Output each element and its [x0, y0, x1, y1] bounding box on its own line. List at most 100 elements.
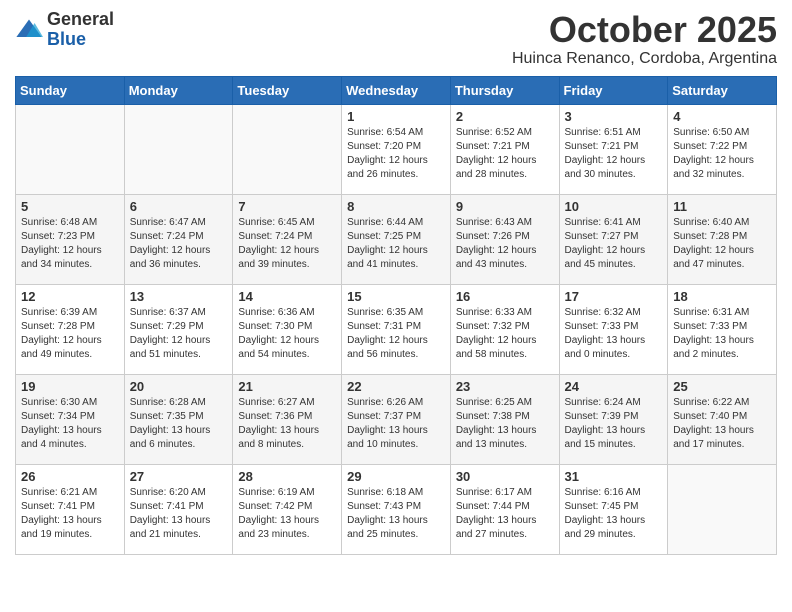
month-title: October 2025: [512, 10, 777, 50]
day-info: Sunrise: 6:32 AM Sunset: 7:33 PM Dayligh…: [565, 306, 663, 362]
day-info: Sunrise: 6:50 AM Sunset: 7:22 PM Dayligh…: [673, 126, 771, 182]
calendar-cell: [16, 104, 125, 194]
day-info: Sunrise: 6:48 AM Sunset: 7:23 PM Dayligh…: [21, 216, 119, 272]
day-info: Sunrise: 6:27 AM Sunset: 7:36 PM Dayligh…: [238, 396, 336, 452]
day-info: Sunrise: 6:16 AM Sunset: 7:45 PM Dayligh…: [565, 486, 663, 542]
day-info: Sunrise: 6:31 AM Sunset: 7:33 PM Dayligh…: [673, 306, 771, 362]
day-number: 11: [673, 199, 771, 214]
day-number: 30: [456, 469, 554, 484]
calendar-cell: 15 Sunrise: 6:35 AM Sunset: 7:31 PM Dayli…: [342, 284, 451, 374]
day-info: Sunrise: 6:22 AM Sunset: 7:40 PM Dayligh…: [673, 396, 771, 452]
calendar-cell: [233, 104, 342, 194]
day-number: 4: [673, 109, 771, 124]
day-number: 29: [347, 469, 445, 484]
day-number: 1: [347, 109, 445, 124]
day-info: Sunrise: 6:54 AM Sunset: 7:20 PM Dayligh…: [347, 126, 445, 182]
calendar-cell: 10Sunrise: 6:41 AM Sunset: 7:27 PM Dayli…: [559, 194, 668, 284]
day-number: 3: [565, 109, 663, 124]
day-number: 8: [347, 199, 445, 214]
day-number: 2: [456, 109, 554, 124]
weekday-header-row: SundayMondayTuesdayWednesdayThursdayFrid…: [16, 76, 777, 104]
calendar-cell: 24Sunrise: 6:24 AM Sunset: 7:39 PM Dayli…: [559, 374, 668, 464]
day-number: 21: [238, 379, 336, 394]
logo-blue: Blue: [47, 30, 114, 50]
day-info: Sunrise: 6:18 AM Sunset: 7:43 PM Dayligh…: [347, 486, 445, 542]
day-info: Sunrise: 6:21 AM Sunset: 7:41 PM Dayligh…: [21, 486, 119, 542]
logo-icon: [15, 16, 43, 44]
calendar-week-row: 5 Sunrise: 6:48 AM Sunset: 7:23 PM Daylig…: [16, 194, 777, 284]
calendar-cell: 16 Sunrise: 6:33 AM Sunset: 7:32 PM Dayli…: [450, 284, 559, 374]
calendar-cell: 8 Sunrise: 6:44 AM Sunset: 7:25 PM Daylig…: [342, 194, 451, 284]
weekday-header: Sunday: [16, 76, 125, 104]
day-number: 16: [456, 289, 554, 304]
day-number: 27: [130, 469, 228, 484]
day-info: Sunrise: 6:51 AM Sunset: 7:21 PM Dayligh…: [565, 126, 663, 182]
day-info: Sunrise: 6:17 AM Sunset: 7:44 PM Dayligh…: [456, 486, 554, 542]
day-info: Sunrise: 6:35 AM Sunset: 7:31 PM Dayligh…: [347, 306, 445, 362]
calendar-cell: 27 Sunrise: 6:20 AM Sunset: 7:41 PM Dayli…: [124, 464, 233, 554]
calendar-cell: 30 Sunrise: 6:17 AM Sunset: 7:44 PM Dayli…: [450, 464, 559, 554]
day-info: Sunrise: 6:25 AM Sunset: 7:38 PM Dayligh…: [456, 396, 554, 452]
day-info: Sunrise: 6:19 AM Sunset: 7:42 PM Dayligh…: [238, 486, 336, 542]
calendar-cell: 2 Sunrise: 6:52 AM Sunset: 7:21 PM Daylig…: [450, 104, 559, 194]
calendar-table: SundayMondayTuesdayWednesdayThursdayFrid…: [15, 76, 777, 555]
day-number: 28: [238, 469, 336, 484]
page-header: General Blue October 2025 Huinca Renanco…: [15, 10, 777, 68]
calendar-cell: 22Sunrise: 6:26 AM Sunset: 7:37 PM Dayli…: [342, 374, 451, 464]
day-info: Sunrise: 6:52 AM Sunset: 7:21 PM Dayligh…: [456, 126, 554, 182]
calendar-cell: 3 Sunrise: 6:51 AM Sunset: 7:21 PM Daylig…: [559, 104, 668, 194]
calendar-cell: 14 Sunrise: 6:36 AM Sunset: 7:30 PM Dayli…: [233, 284, 342, 374]
logo-text: General Blue: [47, 10, 114, 50]
day-info: Sunrise: 6:47 AM Sunset: 7:24 PM Dayligh…: [130, 216, 228, 272]
calendar-cell: 26 Sunrise: 6:21 AM Sunset: 7:41 PM Dayli…: [16, 464, 125, 554]
day-info: Sunrise: 6:44 AM Sunset: 7:25 PM Dayligh…: [347, 216, 445, 272]
day-info: Sunrise: 6:20 AM Sunset: 7:41 PM Dayligh…: [130, 486, 228, 542]
day-info: Sunrise: 6:43 AM Sunset: 7:26 PM Dayligh…: [456, 216, 554, 272]
day-number: 13: [130, 289, 228, 304]
day-info: Sunrise: 6:40 AM Sunset: 7:28 PM Dayligh…: [673, 216, 771, 272]
calendar-cell: 7 Sunrise: 6:45 AM Sunset: 7:24 PM Daylig…: [233, 194, 342, 284]
logo: General Blue: [15, 10, 114, 50]
day-info: Sunrise: 6:41 AM Sunset: 7:27 PM Dayligh…: [565, 216, 663, 272]
calendar-cell: 5 Sunrise: 6:48 AM Sunset: 7:23 PM Daylig…: [16, 194, 125, 284]
day-number: 22: [347, 379, 445, 394]
day-number: 6: [130, 199, 228, 214]
day-number: 18: [673, 289, 771, 304]
calendar-cell: 31 Sunrise: 6:16 AM Sunset: 7:45 PM Dayli…: [559, 464, 668, 554]
day-number: 31: [565, 469, 663, 484]
day-number: 25: [673, 379, 771, 394]
weekday-header: Tuesday: [233, 76, 342, 104]
calendar-week-row: 19Sunrise: 6:30 AM Sunset: 7:34 PM Dayli…: [16, 374, 777, 464]
calendar-week-row: 1 Sunrise: 6:54 AM Sunset: 7:20 PM Daylig…: [16, 104, 777, 194]
calendar-cell: 19Sunrise: 6:30 AM Sunset: 7:34 PM Dayli…: [16, 374, 125, 464]
calendar-cell: 28 Sunrise: 6:19 AM Sunset: 7:42 PM Dayli…: [233, 464, 342, 554]
day-number: 15: [347, 289, 445, 304]
calendar-cell: 6 Sunrise: 6:47 AM Sunset: 7:24 PM Daylig…: [124, 194, 233, 284]
day-number: 7: [238, 199, 336, 214]
day-number: 20: [130, 379, 228, 394]
day-info: Sunrise: 6:45 AM Sunset: 7:24 PM Dayligh…: [238, 216, 336, 272]
day-number: 5: [21, 199, 119, 214]
calendar-cell: 29 Sunrise: 6:18 AM Sunset: 7:43 PM Dayli…: [342, 464, 451, 554]
calendar-cell: [124, 104, 233, 194]
calendar-cell: 20Sunrise: 6:28 AM Sunset: 7:35 PM Dayli…: [124, 374, 233, 464]
calendar-week-row: 12Sunrise: 6:39 AM Sunset: 7:28 PM Dayli…: [16, 284, 777, 374]
calendar-cell: 11 Sunrise: 6:40 AM Sunset: 7:28 PM Dayli…: [668, 194, 777, 284]
day-info: Sunrise: 6:33 AM Sunset: 7:32 PM Dayligh…: [456, 306, 554, 362]
weekday-header: Saturday: [668, 76, 777, 104]
weekday-header: Monday: [124, 76, 233, 104]
calendar-cell: 13Sunrise: 6:37 AM Sunset: 7:29 PM Dayli…: [124, 284, 233, 374]
weekday-header: Thursday: [450, 76, 559, 104]
day-number: 12: [21, 289, 119, 304]
day-number: 24: [565, 379, 663, 394]
location-title: Huinca Renanco, Cordoba, Argentina: [512, 50, 777, 68]
calendar-cell: 1 Sunrise: 6:54 AM Sunset: 7:20 PM Daylig…: [342, 104, 451, 194]
day-info: Sunrise: 6:36 AM Sunset: 7:30 PM Dayligh…: [238, 306, 336, 362]
calendar-cell: 4 Sunrise: 6:50 AM Sunset: 7:22 PM Daylig…: [668, 104, 777, 194]
day-number: 26: [21, 469, 119, 484]
weekday-header: Wednesday: [342, 76, 451, 104]
calendar-cell: [668, 464, 777, 554]
day-number: 14: [238, 289, 336, 304]
calendar-cell: 17Sunrise: 6:32 AM Sunset: 7:33 PM Dayli…: [559, 284, 668, 374]
calendar-cell: 21 Sunrise: 6:27 AM Sunset: 7:36 PM Dayli…: [233, 374, 342, 464]
